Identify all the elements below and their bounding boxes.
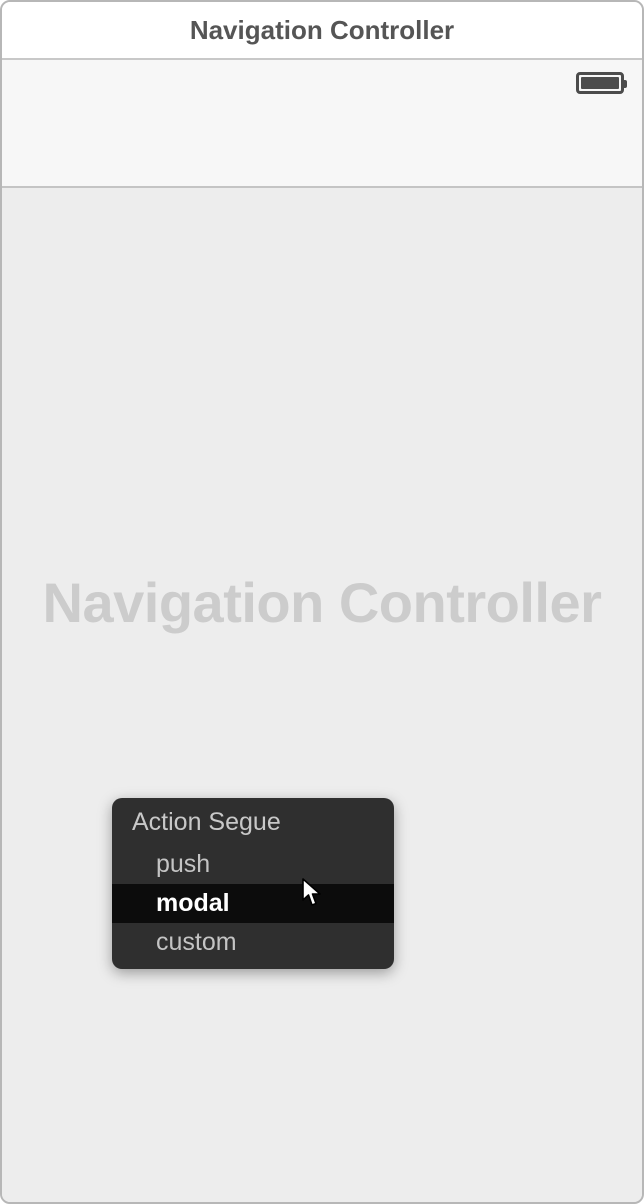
scene-title: Navigation Controller xyxy=(190,15,454,46)
placeholder-title: Navigation Controller xyxy=(2,570,642,635)
phone-frame: Navigation Controller Navigation Control… xyxy=(0,0,644,1204)
scene-title-bar: Navigation Controller xyxy=(2,2,642,60)
content-area: Navigation Controller xyxy=(2,190,642,1202)
segue-option-push[interactable]: push xyxy=(112,845,394,884)
navigation-bar-area xyxy=(2,60,642,188)
segue-option-custom[interactable]: custom xyxy=(112,923,394,969)
segue-option-modal[interactable]: modal xyxy=(112,884,394,923)
popover-header: Action Segue xyxy=(112,798,394,845)
battery-icon xyxy=(576,72,624,99)
segue-popover: Action Segue push modal custom xyxy=(112,798,394,969)
status-bar xyxy=(2,60,642,90)
